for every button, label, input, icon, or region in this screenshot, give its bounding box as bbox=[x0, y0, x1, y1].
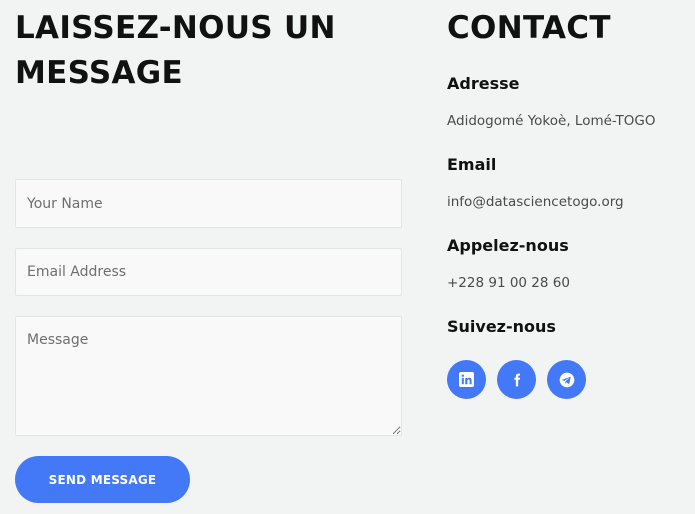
facebook-link[interactable] bbox=[497, 360, 536, 399]
address-value: Adidogomé Yokoè, Lomé-TOGO bbox=[447, 113, 656, 129]
contact-heading: CONTACT bbox=[447, 10, 611, 46]
phone-label: Appelez-nous bbox=[447, 236, 569, 255]
social-links bbox=[447, 360, 586, 399]
message-textarea[interactable] bbox=[15, 316, 402, 436]
linkedin-icon bbox=[459, 372, 474, 387]
phone-value[interactable]: +228 91 00 28 60 bbox=[447, 275, 570, 291]
social-label: Suivez-nous bbox=[447, 317, 556, 336]
message-form: LAISSEZ-NOUS UN MESSAGE SEND MESSAGE bbox=[15, 6, 402, 503]
address-label: Adresse bbox=[447, 74, 520, 93]
contact-section: CONTACT Adresse Adidogomé Yokoè, Lomé-TO… bbox=[447, 6, 687, 399]
form-heading: LAISSEZ-NOUS UN MESSAGE bbox=[15, 10, 336, 91]
linkedin-link[interactable] bbox=[447, 360, 486, 399]
name-input[interactable] bbox=[15, 179, 402, 228]
facebook-icon bbox=[513, 373, 520, 386]
send-message-button[interactable]: SEND MESSAGE bbox=[15, 456, 190, 503]
email-label: Email bbox=[447, 155, 497, 174]
email-input[interactable] bbox=[15, 248, 402, 296]
email-value[interactable]: info@datasciencetogo.org bbox=[447, 194, 624, 210]
telegram-link[interactable] bbox=[547, 360, 586, 399]
telegram-icon bbox=[559, 372, 574, 387]
